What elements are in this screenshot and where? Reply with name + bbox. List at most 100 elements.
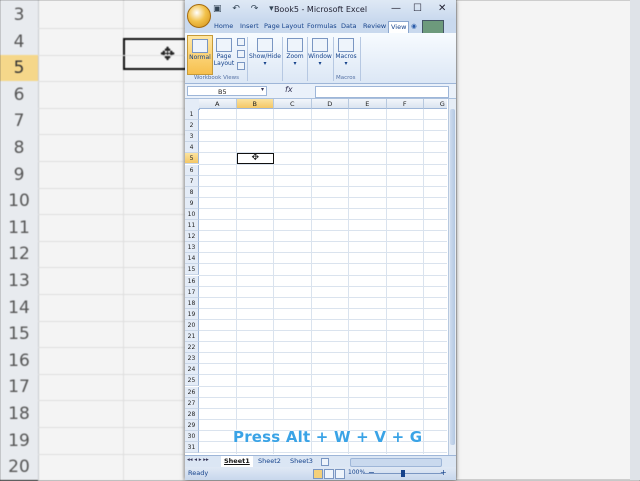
name-box[interactable]: B5 [187,86,267,96]
normal-view-button[interactable]: Normal [187,35,213,75]
sheet-tab-sheet3[interactable]: Sheet3 [287,456,316,467]
column-header-c[interactable]: C [274,99,312,109]
row-header-10[interactable]: 10 [185,208,199,220]
row-header-22[interactable]: 22 [185,342,199,354]
status-bar: Ready 100% − + [185,467,456,480]
background-row-number: 13 [8,271,30,291]
background-row-number: 19 [8,430,30,451]
window-icon [312,38,328,52]
sheet-tab-sheet2[interactable]: Sheet2 [255,456,284,467]
row-header-30[interactable]: 30 [185,430,199,442]
gridline [385,109,387,454]
row-header-15[interactable]: 15 [185,264,199,276]
row-header-7[interactable]: 7 [185,175,199,187]
insert-sheet-icon[interactable] [321,458,329,466]
row-header-2[interactable]: 2 [185,120,199,132]
ribbon-separator [247,37,248,81]
office-button[interactable] [187,4,211,28]
tab-insert[interactable]: Insert [240,22,259,30]
gridline [199,418,447,420]
gridline [199,263,447,265]
background-row-number: 11 [8,217,30,238]
row-header-24[interactable]: 24 [185,364,199,376]
zoom-button[interactable]: Zoom ▾ [284,38,306,67]
column-header-d[interactable]: D [311,99,349,109]
row-header-3[interactable]: 3 [185,131,199,143]
ribbon-tabs: Home Insert Page Layout Formulas Data Re… [185,20,456,35]
row-header-21[interactable]: 21 [185,331,199,343]
page-layout-view-button[interactable]: Page Layout [213,38,235,67]
row-header-6[interactable]: 6 [185,164,199,176]
tab-formulas[interactable]: Formulas [307,22,337,30]
insert-function-icon[interactable]: fx [285,85,293,94]
macros-button[interactable]: Macros ▾ [334,38,358,67]
vertical-scroll-thumb[interactable] [450,109,455,445]
normal-view-status-icon[interactable] [313,469,323,479]
row-header-9[interactable]: 9 [185,197,199,209]
row-header-12[interactable]: 12 [185,231,199,243]
row-header-20[interactable]: 20 [185,319,199,331]
sheet-nav-arrows[interactable]: ◂◂ ◂ ▸ ▸▸ [187,457,209,463]
vertical-scrollbar[interactable] [448,99,456,455]
name-box-dropdown-icon[interactable]: ▾ [261,86,264,93]
tab-review[interactable]: Review [363,22,386,30]
gridline [199,174,447,176]
row-header-28[interactable]: 28 [185,408,199,420]
window-button[interactable]: Window ▾ [308,38,332,67]
full-screen-icon[interactable] [237,62,245,70]
worksheet-grid[interactable]: A B C D E F G 1 2 3 4 5 6 7 8 9 10 11 12 13 14 15 16 17 18 19 20 21… [185,99,447,454]
row-header-25[interactable]: 25 [185,375,199,387]
row-header-11[interactable]: 11 [185,220,199,232]
page-break-status-icon[interactable] [335,469,345,479]
zoom-label: Zoom [286,53,304,60]
page-layout-status-icon[interactable] [324,469,334,479]
gridline [199,296,447,298]
close-button[interactable]: ✕ [438,3,446,14]
row-header-5[interactable]: 5 [185,153,199,165]
gridline [199,285,447,287]
background-row-number: 20 [8,457,30,478]
status-ready: Ready [188,469,209,477]
zoom-slider-knob[interactable] [401,470,405,477]
row-header-8[interactable]: 8 [185,186,199,198]
row-header-31[interactable]: 31 [185,442,199,454]
show-hide-button[interactable]: Show/Hide ▾ [249,38,281,67]
minimize-button[interactable]: — [391,3,401,14]
macros-label: Macros [335,53,357,60]
horizontal-scroll-thumb[interactable] [350,458,442,467]
row-header-18[interactable]: 18 [185,297,199,309]
tab-page-layout[interactable]: Page Layout [264,22,304,30]
macros-icon [338,38,354,52]
window-label: Window [308,53,332,60]
row-header-19[interactable]: 19 [185,308,199,320]
row-header-29[interactable]: 29 [185,419,199,431]
tab-view[interactable]: View [388,21,410,33]
zoom-level[interactable]: 100% [348,469,365,476]
column-header-e[interactable]: E [349,99,387,109]
background-row-number: 16 [8,350,30,371]
tab-data[interactable]: Data [341,22,357,30]
formula-input[interactable] [315,86,449,98]
sheet-tab-sheet1[interactable]: Sheet1 [221,456,253,467]
page-break-preview-icon[interactable] [237,38,245,46]
column-header-a[interactable]: A [199,99,237,109]
row-header-4[interactable]: 4 [185,142,199,154]
zoom-in-button[interactable]: + [440,468,447,477]
column-header-g[interactable]: G [424,99,447,109]
row-header-16[interactable]: 16 [185,275,199,287]
maximize-button[interactable]: ☐ [413,3,422,14]
row-header-23[interactable]: 23 [185,353,199,365]
row-header-14[interactable]: 14 [185,253,199,265]
column-header-b[interactable]: B [236,99,274,109]
custom-views-icon[interactable] [237,50,245,58]
row-header-26[interactable]: 26 [185,386,199,398]
gridline [199,230,447,232]
row-header-27[interactable]: 27 [185,397,199,409]
help-icon[interactable]: ◉ [411,22,417,30]
row-header-1[interactable]: 1 [185,109,199,121]
column-header-f[interactable]: F [386,99,424,109]
gridline [423,109,424,454]
row-header-17[interactable]: 17 [185,286,199,298]
row-header-13[interactable]: 13 [185,242,199,254]
tab-home[interactable]: Home [214,22,233,30]
